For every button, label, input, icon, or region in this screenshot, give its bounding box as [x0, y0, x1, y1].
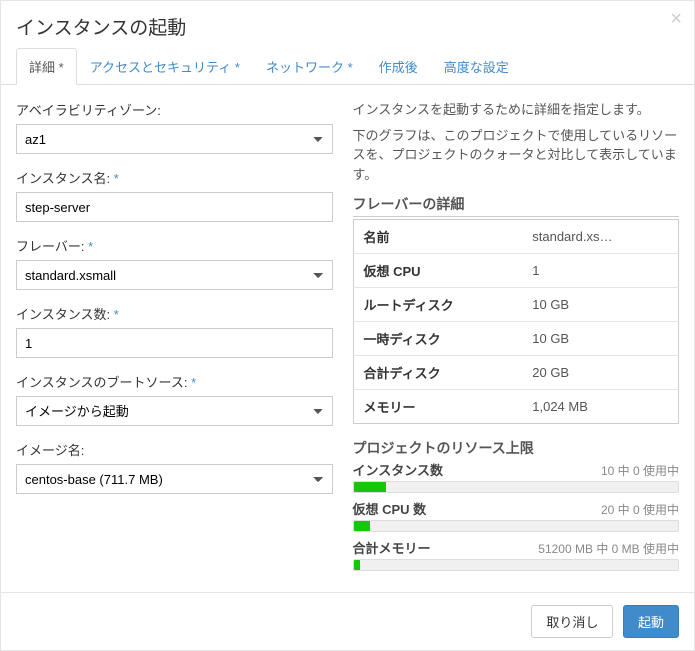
project-limits-title: プロジェクトのリソース上限 [353, 438, 680, 458]
info-column: インスタンスを起動するために詳細を指定します。 下のグラフは、このプロジェクトで… [348, 100, 680, 577]
table-row: 一時ディスク 10 GB [353, 322, 679, 356]
limit-stat-instances: 10 中 0 使用中 [601, 462, 679, 479]
table-row: 名前 standard.xs… [353, 220, 679, 254]
tab-access-security[interactable]: アクセスとセキュリティ * [77, 48, 253, 85]
availability-zone-label: アベイラビリティゾーン: [16, 100, 333, 119]
description-2: 下のグラフは、このプロジェクトで使用しているリソースを、プロジェクトのクォータと… [353, 126, 680, 185]
close-icon[interactable]: × [670, 9, 682, 29]
modal-footer: 取り消し 起動 [1, 592, 694, 650]
tab-detail[interactable]: 詳細 * [16, 48, 77, 85]
cancel-button[interactable]: 取り消し [531, 605, 613, 638]
tab-network[interactable]: ネットワーク * [253, 48, 366, 85]
progress-bar-instances [354, 482, 386, 492]
instance-name-input[interactable] [16, 192, 333, 222]
table-row: 合計ディスク 20 GB [353, 356, 679, 390]
tabs: 詳細 * アクセスとセキュリティ * ネットワーク * 作成後 高度な設定 [1, 48, 694, 85]
tab-advanced[interactable]: 高度な設定 [431, 48, 522, 85]
launch-instance-modal: インスタンスの起動 × 詳細 * アクセスとセキュリティ * ネットワーク * … [0, 0, 695, 651]
availability-zone-select[interactable]: az1 [16, 124, 333, 154]
table-row: ルートディスク 10 GB [353, 288, 679, 322]
detail-key-memory: メモリー [353, 390, 522, 424]
detail-key-vcpu: 仮想 CPU [353, 254, 522, 288]
progress-vcpus [353, 520, 680, 532]
boot-source-label: インスタンスのブートソース: * [16, 372, 333, 391]
limit-stat-vcpus: 20 中 0 使用中 [601, 501, 679, 518]
detail-key-rootdisk: ルートディスク [353, 288, 522, 322]
detail-val-memory: 1,024 MB [522, 390, 678, 424]
image-name-select[interactable]: centos-base (711.7 MB) [16, 464, 333, 494]
progress-bar-memory [354, 560, 360, 570]
limit-memory: 合計メモリー 51200 MB 中 0 MB 使用中 [353, 538, 680, 571]
flavor-details-table: 名前 standard.xs… 仮想 CPU 1 ルートディスク 10 GB 一… [353, 219, 680, 424]
limit-name-vcpus: 仮想 CPU 数 [353, 499, 427, 518]
detail-key-name: 名前 [353, 220, 522, 254]
image-name-label: イメージ名: [16, 440, 333, 459]
limit-vcpus: 仮想 CPU 数 20 中 0 使用中 [353, 499, 680, 532]
detail-val-rootdisk: 10 GB [522, 288, 678, 322]
flavor-select[interactable]: standard.xsmall [16, 260, 333, 290]
detail-val-totaldisk: 20 GB [522, 356, 678, 390]
limit-stat-memory: 51200 MB 中 0 MB 使用中 [538, 540, 679, 557]
instance-count-input[interactable] [16, 328, 333, 358]
description-1: インスタンスを起動するために詳細を指定します。 [353, 100, 680, 120]
progress-memory [353, 559, 680, 571]
modal-body: アベイラビリティゾーン: az1 インスタンス名: * フレーバー: * sta… [1, 85, 694, 592]
detail-key-totaldisk: 合計ディスク [353, 356, 522, 390]
limit-name-instances: インスタンス数 [353, 460, 443, 479]
detail-val-vcpu: 1 [522, 254, 678, 288]
instance-count-label: インスタンス数: * [16, 304, 333, 323]
modal-title: インスタンスの起動 [16, 13, 679, 40]
flavor-details-title: フレーバーの詳細 [353, 194, 680, 217]
limit-name-memory: 合計メモリー [353, 538, 431, 557]
table-row: メモリー 1,024 MB [353, 390, 679, 424]
detail-key-tmpdisk: 一時ディスク [353, 322, 522, 356]
launch-button[interactable]: 起動 [623, 605, 679, 638]
progress-bar-vcpus [354, 521, 370, 531]
instance-name-label: インスタンス名: * [16, 168, 333, 187]
form-column: アベイラビリティゾーン: az1 インスタンス名: * フレーバー: * sta… [16, 100, 348, 577]
limit-instances: インスタンス数 10 中 0 使用中 [353, 460, 680, 493]
detail-val-name: standard.xs… [522, 220, 678, 254]
boot-source-select[interactable]: イメージから起動 [16, 396, 333, 426]
flavor-label: フレーバー: * [16, 236, 333, 255]
detail-val-tmpdisk: 10 GB [522, 322, 678, 356]
table-row: 仮想 CPU 1 [353, 254, 679, 288]
modal-header: インスタンスの起動 × [1, 1, 694, 48]
progress-instances [353, 481, 680, 493]
tab-post-creation[interactable]: 作成後 [366, 48, 431, 85]
